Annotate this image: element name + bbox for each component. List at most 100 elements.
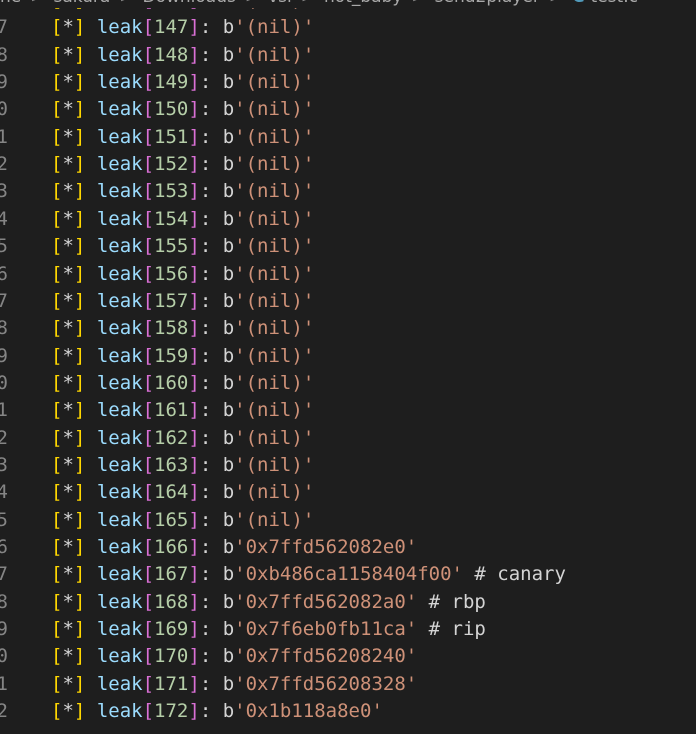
quote: '	[302, 399, 315, 422]
quote: '	[234, 371, 246, 394]
line-number: 7	[0, 289, 8, 312]
bracket: ]	[73, 98, 86, 121]
leak-value: (nil)	[245, 453, 303, 476]
quote: '	[234, 235, 246, 258]
leak-value: (nil)	[245, 344, 303, 367]
line-number: 6	[0, 262, 8, 285]
colon: :	[199, 536, 223, 558]
quote: '	[405, 618, 418, 641]
quote: '	[405, 672, 418, 695]
bracket: [	[51, 180, 63, 203]
line-number: 8	[0, 317, 8, 340]
bracket: [	[51, 153, 63, 176]
code-text: [*] leak[164]: b'(nil)'	[51, 479, 314, 506]
star-token: *	[62, 16, 74, 39]
leak-identifier: leak	[96, 481, 143, 504]
leak-value: (nil)	[245, 235, 303, 258]
index-bracket: [	[142, 508, 155, 531]
bytes-prefix: b	[222, 344, 235, 367]
leak-index: 154	[154, 207, 189, 230]
index-bracket: ]	[188, 180, 200, 203]
index-bracket: ]	[188, 98, 200, 121]
leak-index: 165	[154, 508, 189, 531]
code-text: [*] leak[172]: b'0x1b118a8e0'	[51, 698, 383, 725]
leak-identifier: leak	[96, 125, 143, 148]
index-bracket: [	[142, 262, 155, 285]
quote: '	[405, 645, 418, 668]
colon: :	[199, 371, 223, 394]
index-bracket: [	[142, 645, 155, 668]
code-text: [*] leak[158]: b'(nil)'	[51, 315, 314, 342]
star-token: *	[62, 672, 74, 695]
index-bracket: [	[142, 453, 155, 476]
colon: :	[199, 71, 223, 94]
quote: '	[234, 180, 246, 203]
colon: :	[199, 289, 223, 312]
leak-value: (nil)	[245, 508, 303, 531]
code-text: [*] leak[155]: b'(nil)'	[51, 233, 314, 260]
bytes-prefix: b	[222, 672, 235, 695]
quote: '	[234, 700, 246, 723]
code-text: [*] leak[156]: b'(nil)'	[51, 261, 314, 288]
star-token: *	[62, 262, 74, 285]
colon: :	[199, 590, 223, 613]
star-token: *	[62, 371, 74, 394]
leak-index: 148	[154, 43, 189, 66]
breadcrumb-segment[interactable]: ne	[0, 0, 21, 8]
bracket: ]	[73, 371, 86, 394]
star-token: *	[62, 98, 74, 121]
bracket: ]	[73, 262, 86, 285]
bracket: ]	[73, 508, 86, 531]
breadcrumb-segment[interactable]: send2player	[435, 0, 540, 8]
bracket: [	[51, 700, 63, 723]
bytes-prefix: b	[222, 426, 235, 449]
leak-index: 156	[154, 262, 189, 285]
star-token: *	[62, 43, 74, 66]
quote: '	[302, 71, 315, 94]
index-bracket: ]	[188, 672, 200, 695]
breadcrumb-segment[interactable]: Downloads	[143, 0, 236, 8]
quote: '	[234, 563, 246, 586]
leak-identifier: leak	[96, 453, 143, 476]
code-text: [*] leak[162]: b'(nil)'	[51, 425, 314, 452]
quote: '	[234, 481, 246, 504]
leak-index: 172	[154, 700, 189, 723]
leak-identifier: leak	[96, 672, 143, 695]
code-editor[interactable]: 6[*] leak[146]: b'(nil)'7[*] leak[147]: …	[0, 0, 696, 734]
colon: :	[199, 207, 223, 230]
leak-identifier: leak	[96, 16, 143, 39]
quote: '	[234, 645, 246, 668]
leak-index: 169	[154, 618, 189, 641]
bracket: [	[51, 590, 63, 613]
leak-identifier: leak	[96, 371, 143, 394]
star-token: *	[62, 399, 74, 422]
quote: '	[234, 344, 246, 367]
breadcrumb-segment[interactable]: sakura	[53, 0, 110, 8]
breadcrumb-segment[interactable]: not_baby	[324, 0, 402, 8]
bracket: ]	[73, 125, 86, 148]
breadcrumb-segment[interactable]: vsl	[268, 0, 292, 8]
bracket: [	[51, 235, 63, 258]
index-bracket: ]	[188, 153, 200, 176]
star-token: *	[62, 563, 74, 586]
breadcrumb-file[interactable]: test.c	[591, 0, 638, 8]
code-text: [*] leak[171]: b'0x7ffd56208328'	[51, 671, 417, 698]
bracket: ]	[73, 590, 86, 613]
index-bracket: ]	[188, 481, 200, 504]
bracket: ]	[73, 536, 86, 558]
index-bracket: ]	[188, 289, 200, 312]
leak-identifier: leak	[96, 71, 143, 94]
leak-value: (nil)	[245, 180, 303, 203]
leak-value: (nil)	[245, 426, 303, 449]
colon: :	[199, 262, 223, 285]
leak-index: 147	[154, 16, 189, 39]
bracket: [	[51, 481, 63, 504]
bracket: [	[51, 371, 63, 394]
leak-identifier: leak	[96, 43, 143, 66]
line-number: 6	[0, 536, 8, 558]
leak-index: 151	[154, 125, 189, 148]
code-text: [*] leak[169]: b'0x7f6eb0fb11ca' # rip	[51, 616, 486, 643]
quote: '	[234, 399, 246, 422]
bracket: [	[51, 563, 63, 586]
star-token: *	[62, 344, 74, 367]
